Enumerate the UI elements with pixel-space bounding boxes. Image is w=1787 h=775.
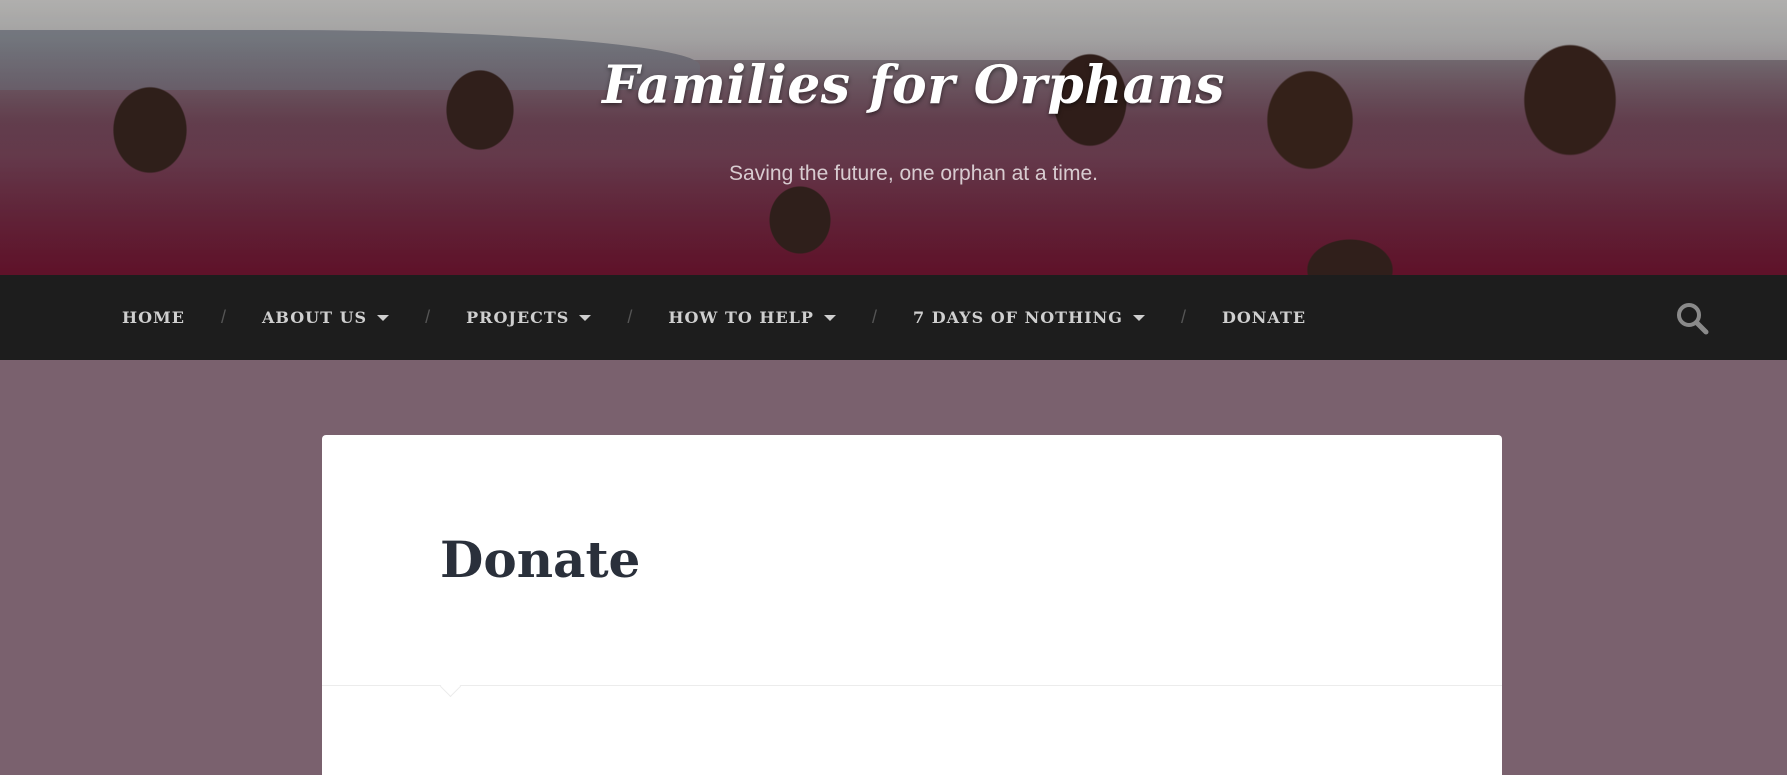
nav-item-how-to-help[interactable]: HOW TO HELP [668,308,836,327]
nav-item-donate[interactable]: DONATE [1222,308,1306,327]
divider-notch [439,675,462,698]
nav-separator: / [627,307,633,327]
title-divider [322,685,1502,686]
nav-menu: HOME / ABOUT US / PROJECTS / HOW TO HELP… [122,275,1306,360]
nav-separator: / [1180,307,1186,327]
nav-item-home[interactable]: HOME [122,308,185,327]
content-card: Donate [322,435,1502,775]
nav-separator: / [871,307,877,327]
search-icon [1677,303,1709,335]
header-hero-image [0,0,1787,275]
nav-item-projects[interactable]: PROJECTS [466,308,592,327]
nav-item-label: DONATE [1221,308,1307,327]
site-title[interactable]: Families for Orphans [0,55,1787,116]
caret-down-icon [579,314,592,321]
nav-item-label: HOW TO HELP [668,308,814,327]
caret-down-icon [377,314,390,321]
nav-separator: / [220,307,226,327]
nav-item-label: 7 DAYS OF NOTHING [912,308,1123,327]
main-navigation: HOME / ABOUT US / PROJECTS / HOW TO HELP… [0,275,1787,360]
caret-down-icon [823,314,836,321]
nav-item-7-days-of-nothing[interactable]: 7 DAYS OF NOTHING [913,308,1145,327]
nav-item-label: HOME [122,308,185,327]
nav-item-label: PROJECTS [466,308,570,327]
nav-item-label: ABOUT US [261,308,368,327]
nav-item-about-us[interactable]: ABOUT US [261,308,390,327]
site-tagline: Saving the future, one orphan at a time. [729,162,1098,185]
caret-down-icon [1132,314,1145,321]
nav-separator: / [425,307,431,327]
page-title: Donate [440,530,641,589]
search-button[interactable] [1675,301,1709,335]
